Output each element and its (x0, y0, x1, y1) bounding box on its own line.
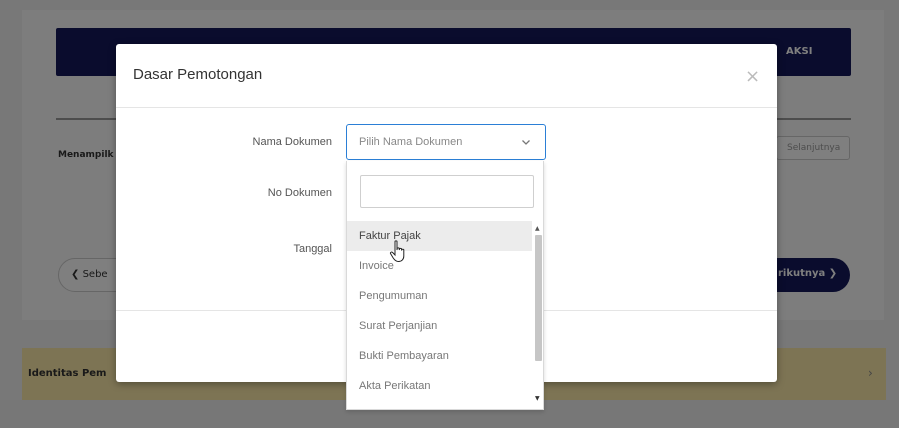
no-dokumen-label: No Dokumen (267, 187, 332, 199)
option-faktur-pajak[interactable]: Faktur Pajak (347, 221, 532, 251)
option-akta-perikatan[interactable]: Akta Perikatan (347, 371, 532, 401)
nama-dokumen-select[interactable]: Pilih Nama Dokumen (346, 124, 546, 160)
nama-dokumen-label: Nama Dokumen (252, 136, 332, 148)
option-pengumuman[interactable]: Pengumuman (347, 281, 532, 311)
scroll-up-arrow-icon[interactable]: ▲ (535, 225, 540, 232)
modal-header: Dasar Pemotongan × (116, 44, 777, 108)
close-icon[interactable]: × (745, 68, 760, 86)
modal-title: Dasar Pemotongan (133, 66, 263, 83)
dropdown-options-list: Faktur Pajak Invoice Pengumuman Surat Pe… (347, 221, 532, 401)
chevron-down-icon (522, 140, 530, 145)
tanggal-label: Tanggal (293, 243, 332, 255)
nama-dokumen-dropdown: Faktur Pajak Invoice Pengumuman Surat Pe… (346, 161, 544, 410)
scrollbar-thumb[interactable] (535, 235, 542, 361)
option-bukti-pembayaran[interactable]: Bukti Pembayaran (347, 341, 532, 371)
dropdown-search-input[interactable] (360, 175, 534, 208)
option-surat-perjanjian[interactable]: Surat Perjanjian (347, 311, 532, 341)
scroll-down-arrow-icon[interactable]: ▼ (535, 395, 540, 402)
dropdown-scrollbar[interactable]: ▲ ▼ (534, 225, 543, 409)
option-invoice[interactable]: Invoice (347, 251, 532, 281)
hand-cursor-icon (389, 240, 405, 263)
nama-dokumen-select-value: Pilih Nama Dokumen (359, 136, 463, 148)
